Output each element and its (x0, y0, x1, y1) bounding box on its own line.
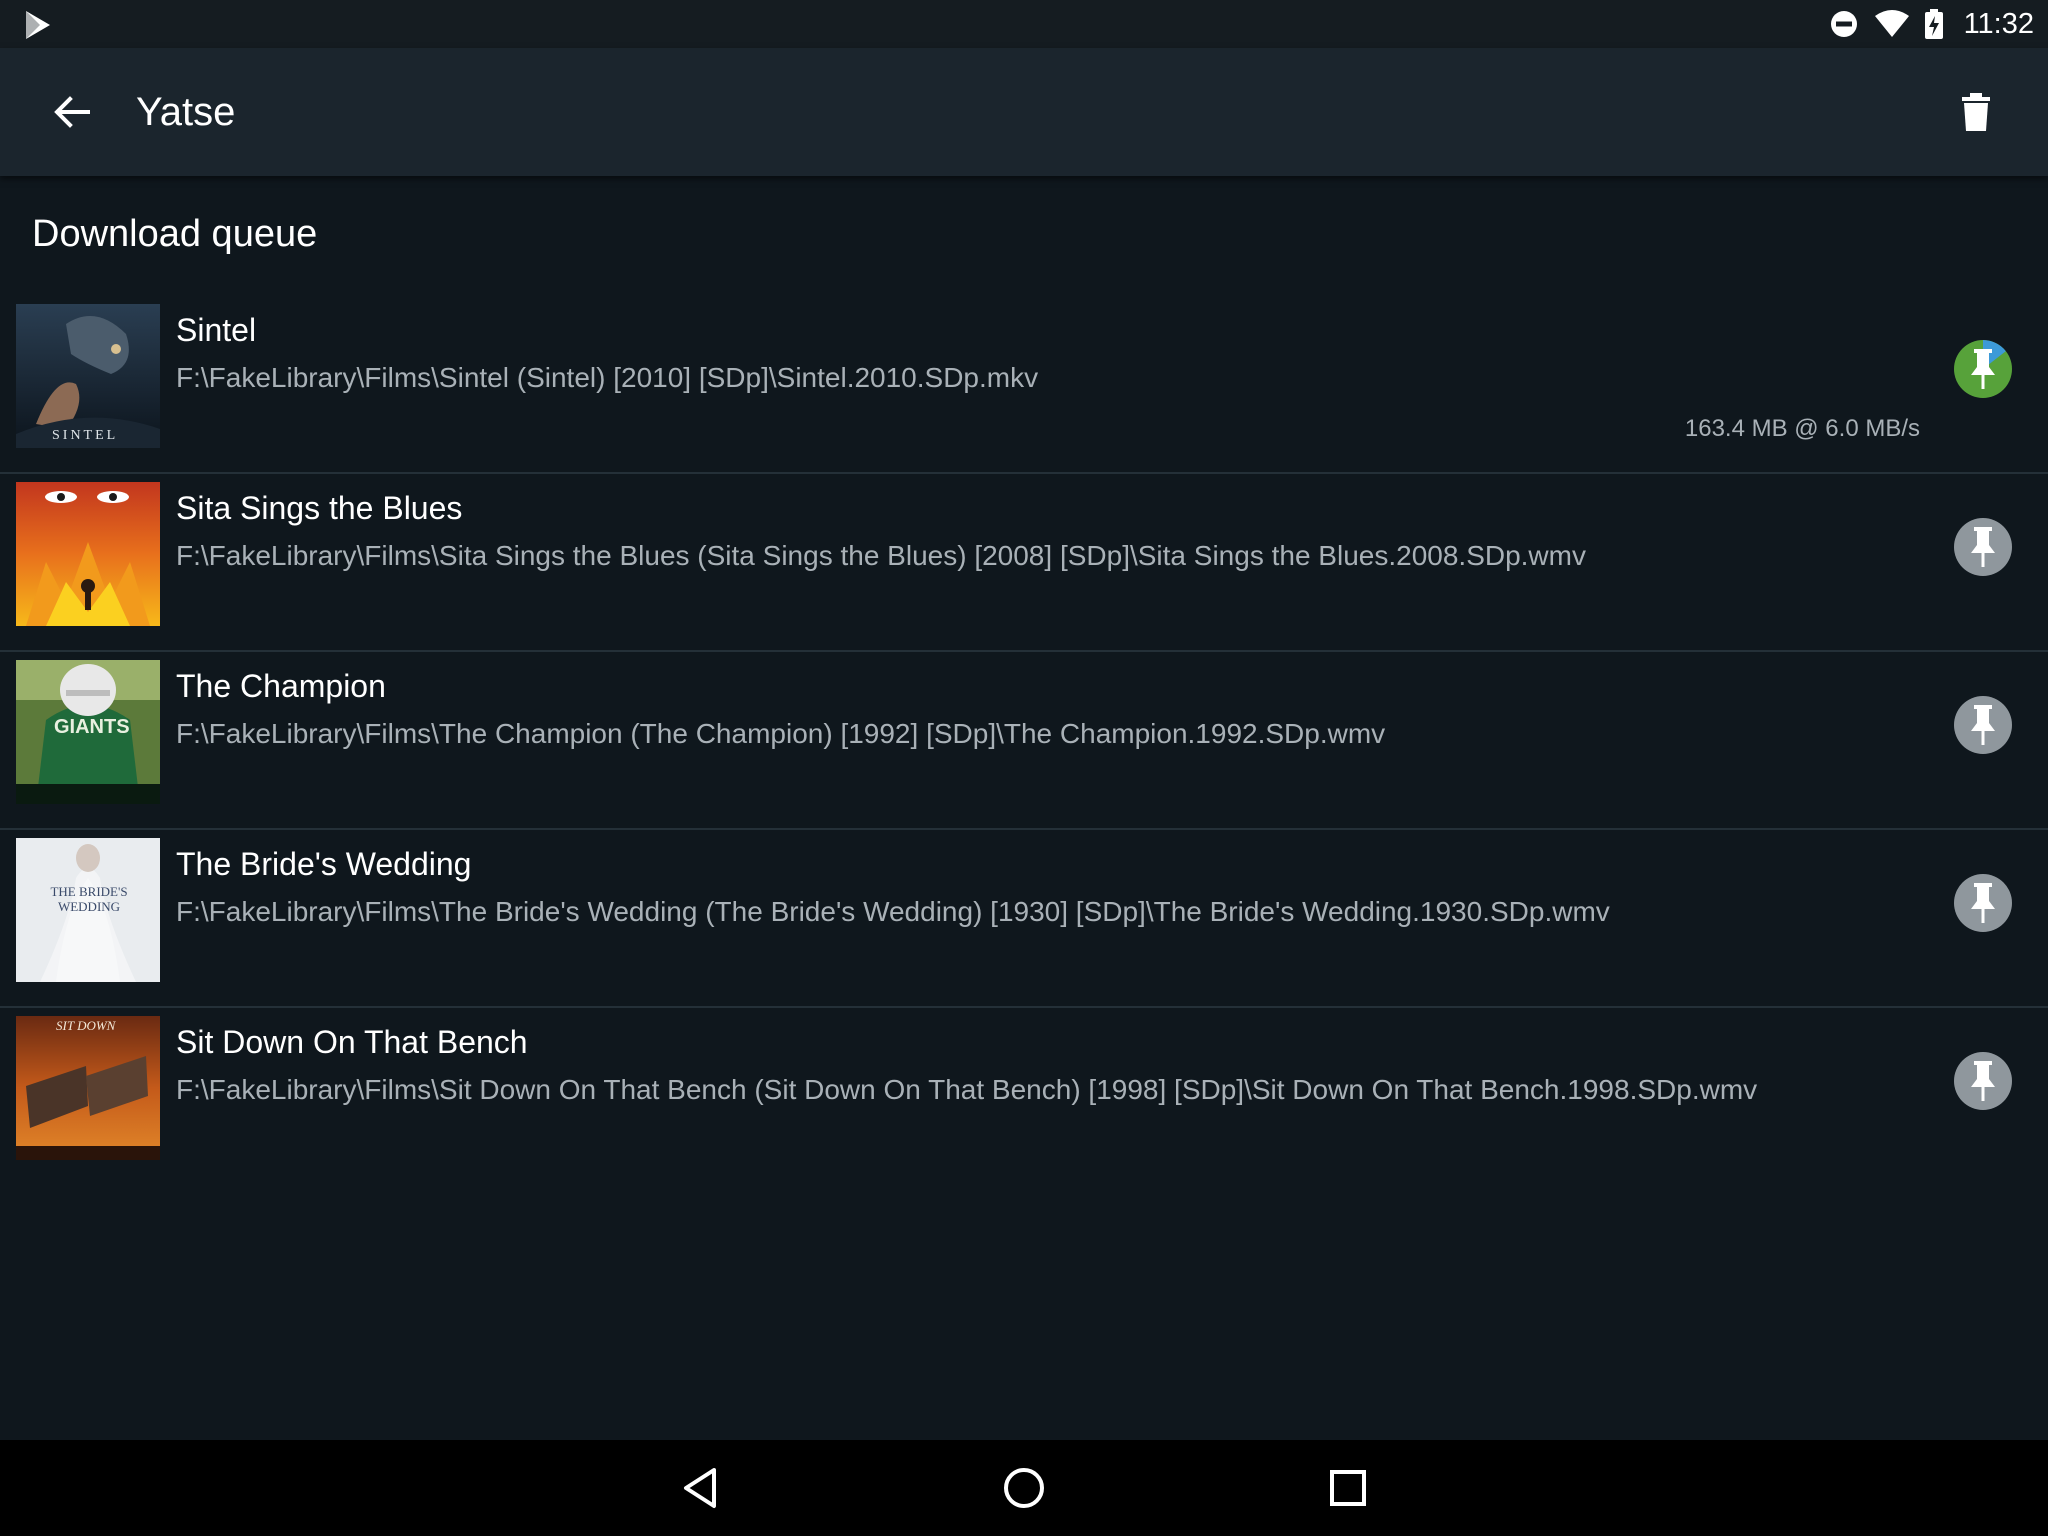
queue-item[interactable]: THE BRIDE'S WEDDING The Bride's Wedding … (0, 830, 2048, 1008)
status-bar: 11:32 (0, 0, 2048, 48)
battery-charging-icon (1924, 9, 1943, 39)
poster-sintel: SINTEL (16, 304, 160, 448)
pin-button[interactable] (1954, 874, 2012, 932)
item-title: The Bride's Wedding (176, 846, 472, 882)
item-title: Sit Down On That Bench (176, 1024, 528, 1060)
download-progress: 163.4 MB @ 6.0 MB/s (1684, 415, 1920, 442)
trash-icon (1962, 93, 1990, 131)
app-title: Yatse (136, 90, 236, 134)
play-store-icon (26, 11, 50, 39)
poster-title-text: SIT DOWN (56, 1018, 116, 1033)
status-time: 11:32 (1963, 7, 2034, 40)
section-title: Download queue (32, 213, 318, 255)
item-title: Sita Sings the Blues (176, 490, 463, 526)
queue-item[interactable]: SIT DOWN Sit Down On That Bench F:\FakeL… (0, 1008, 2048, 1186)
download-queue-list: SINTEL Sintel F:\FakeLibrary\Films\Sinte… (0, 296, 2048, 1186)
item-path: F:\FakeLibrary\Films\Sita Sings the Blue… (176, 540, 1586, 571)
wifi-icon (1874, 10, 1909, 37)
item-title: The Champion (176, 668, 386, 704)
pin-icon (1971, 527, 1995, 567)
navigation-bar (0, 1440, 2048, 1536)
poster-sit-down-on-that-bench: SIT DOWN (16, 1016, 160, 1160)
poster-the-brides-wedding: THE BRIDE'S WEDDING (16, 838, 160, 982)
nav-back-icon (684, 1468, 716, 1508)
pin-icon (1971, 1061, 1995, 1101)
item-title: Sintel (176, 312, 257, 348)
pin-icon (1971, 883, 1995, 923)
poster-title-text: GIANTS (54, 716, 130, 738)
nav-recents-button[interactable] (1320, 1460, 1376, 1516)
queue-item[interactable]: SINTEL Sintel F:\FakeLibrary\Films\Sinte… (0, 296, 2048, 474)
pin-button[interactable] (1954, 1052, 2012, 1110)
item-path: F:\FakeLibrary\Films\The Bride's Wedding… (176, 896, 1610, 927)
item-path: F:\FakeLibrary\Films\Sit Down On That Be… (176, 1074, 1758, 1105)
queue-item[interactable]: GIANTS The Champion F:\FakeLibrary\Films… (0, 652, 2048, 830)
pin-button[interactable] (1954, 696, 2012, 754)
app-bar: Yatse (0, 48, 2048, 176)
poster-the-champion: GIANTS (16, 660, 160, 804)
nav-recents-icon (1330, 1470, 1366, 1506)
item-path: F:\FakeLibrary\Films\The Champion (The C… (176, 718, 1386, 749)
back-button[interactable] (44, 88, 100, 136)
nav-back-button[interactable] (672, 1460, 728, 1516)
pin-button[interactable] (1954, 340, 2012, 398)
status-icons: 11:32 (1828, 0, 2034, 48)
pin-button[interactable] (1954, 518, 2012, 576)
poster-title-text: SINTEL (52, 428, 119, 443)
poster-sita-sings-the-blues (16, 482, 160, 626)
queue-item[interactable]: Sita Sings the Blues F:\FakeLibrary\Film… (0, 474, 2048, 652)
nav-home-button[interactable] (996, 1460, 1052, 1516)
arrow-left-icon (54, 96, 90, 128)
do-not-disturb-icon (1830, 11, 1857, 37)
clear-queue-button[interactable] (1948, 88, 2004, 136)
pin-icon (1971, 705, 1995, 745)
pin-icon (1971, 349, 1995, 389)
poster-title-text: THE BRIDE'S WEDDING (50, 884, 128, 914)
item-path: F:\FakeLibrary\Films\Sintel (Sintel) [20… (176, 362, 1039, 393)
nav-home-icon (1004, 1468, 1044, 1508)
